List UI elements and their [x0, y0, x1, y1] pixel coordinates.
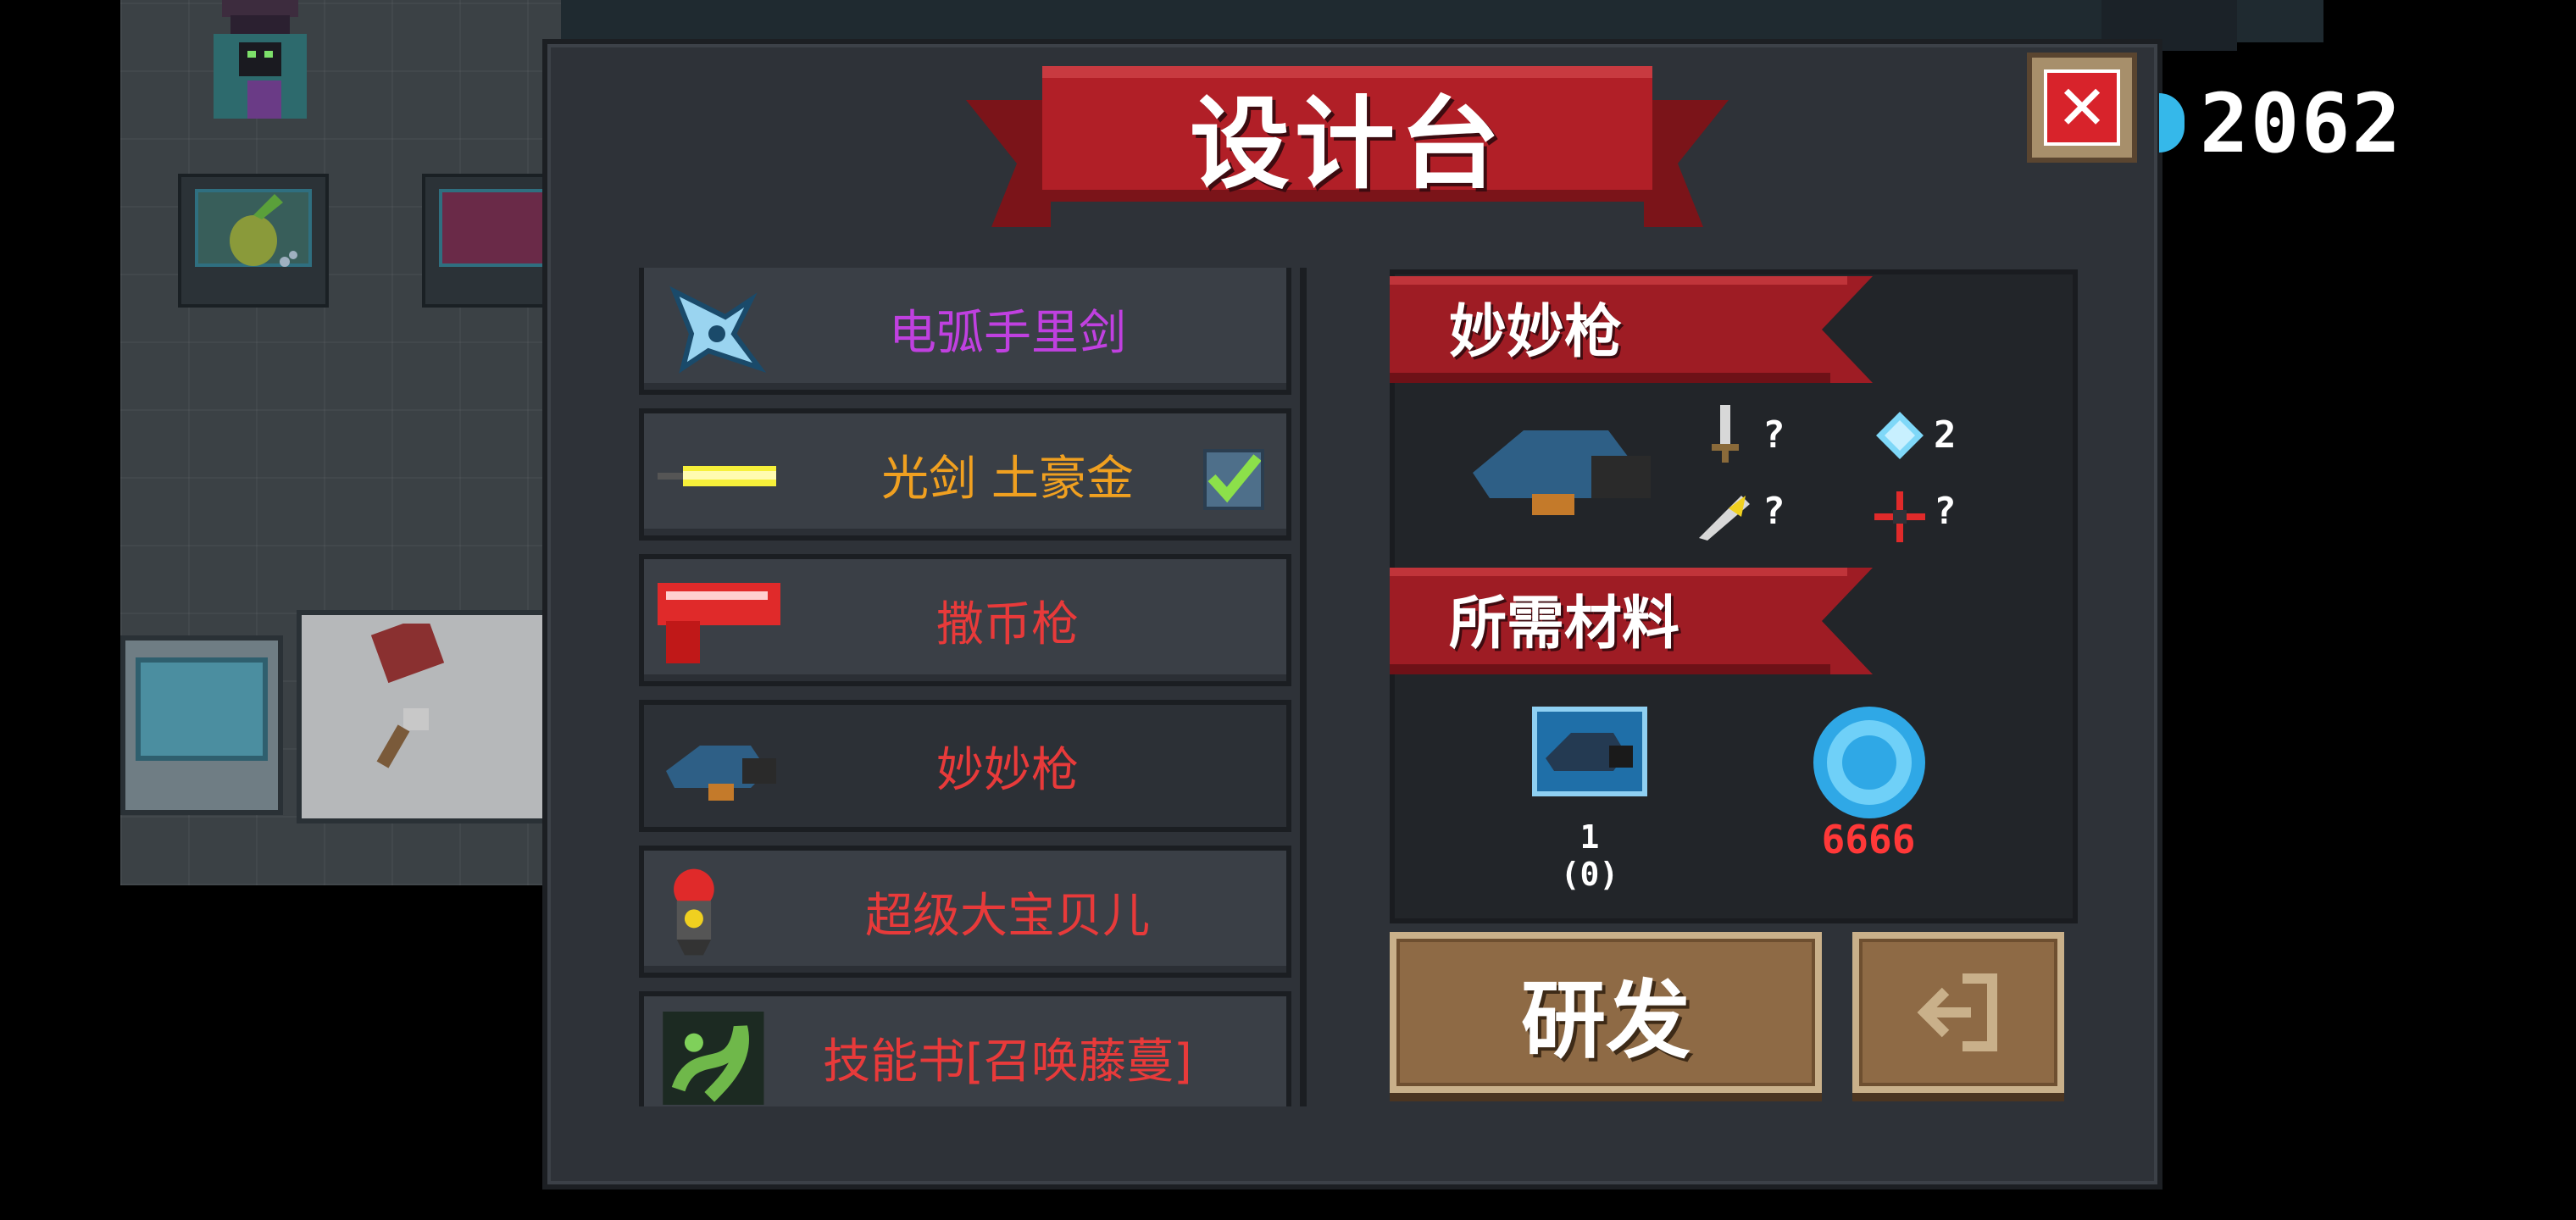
crit-value: ? [1763, 490, 1785, 533]
material-count-owned: (0) [1560, 856, 1619, 893]
list-scrollbar[interactable] [1300, 268, 1307, 1106]
exit-icon [1917, 973, 1997, 1051]
computer-desk [120, 635, 283, 815]
damage-value: ? [1763, 413, 1785, 457]
item-label: 撒币枪 [936, 596, 1079, 652]
hammer-icon [370, 624, 445, 768]
energy-value: 2 [1934, 413, 1957, 457]
list-item[interactable]: 超级大宝贝儿 [639, 846, 1291, 978]
gem-count: 2062 [2200, 76, 2403, 171]
item-label: 妙妙枪 [936, 742, 1079, 798]
item-name: 妙妙枪 [1449, 299, 1623, 366]
gem-cost: 6666 [1821, 817, 1916, 862]
seed-icon [230, 194, 297, 267]
list-item[interactable]: 光剑 土豪金 [639, 408, 1291, 541]
exit-button[interactable] [1852, 932, 2064, 1093]
item-label: 光剑 土豪金 [881, 451, 1134, 507]
blueprint-cat-gun-icon [1532, 707, 1647, 796]
item-label: 技能书[召唤藤蔓] [823, 1034, 1192, 1090]
close-icon: ✕ [2044, 69, 2120, 146]
blueprint-list[interactable]: 电弧手里剑 光剑 土豪金 撒币枪 妙妙枪 超级大宝贝儿 技能书[召唤藤蔓] [634, 268, 1303, 1106]
item-label: 超级大宝贝儿 [865, 888, 1150, 944]
research-label: 研发 [1521, 970, 1690, 1070]
material-count-top: 1 [1579, 818, 1600, 856]
checkbox[interactable] [1203, 449, 1264, 510]
dialog-title: 设计台 [1189, 85, 1505, 202]
list-item[interactable]: 撒币枪 [639, 554, 1291, 686]
gem-icon [2159, 93, 2185, 152]
display-case [178, 174, 329, 308]
gem-icon [1813, 707, 1925, 818]
research-button[interactable]: 研发 [1390, 932, 1822, 1093]
checkmark-icon [1208, 454, 1262, 503]
list-item-selected[interactable]: 妙妙枪 [639, 700, 1291, 832]
list-item[interactable]: 电弧手里剑 [639, 268, 1291, 395]
close-button[interactable]: ✕ [2027, 53, 2137, 163]
wizard-npc [214, 0, 307, 119]
energy-icon [1876, 412, 1924, 459]
accuracy-value: ? [1934, 490, 1957, 533]
accuracy-icon [1874, 491, 1925, 542]
list-item[interactable]: 技能书[召唤藤蔓] [639, 991, 1291, 1106]
cat-gun-preview-icon [1473, 430, 1651, 515]
item-label: 电弧手里剑 [889, 305, 1126, 361]
damage-icon [1712, 405, 1739, 463]
materials-title: 所需材料 [1449, 591, 1680, 657]
crit-icon [1699, 496, 1750, 541]
workbench-table [297, 610, 552, 824]
